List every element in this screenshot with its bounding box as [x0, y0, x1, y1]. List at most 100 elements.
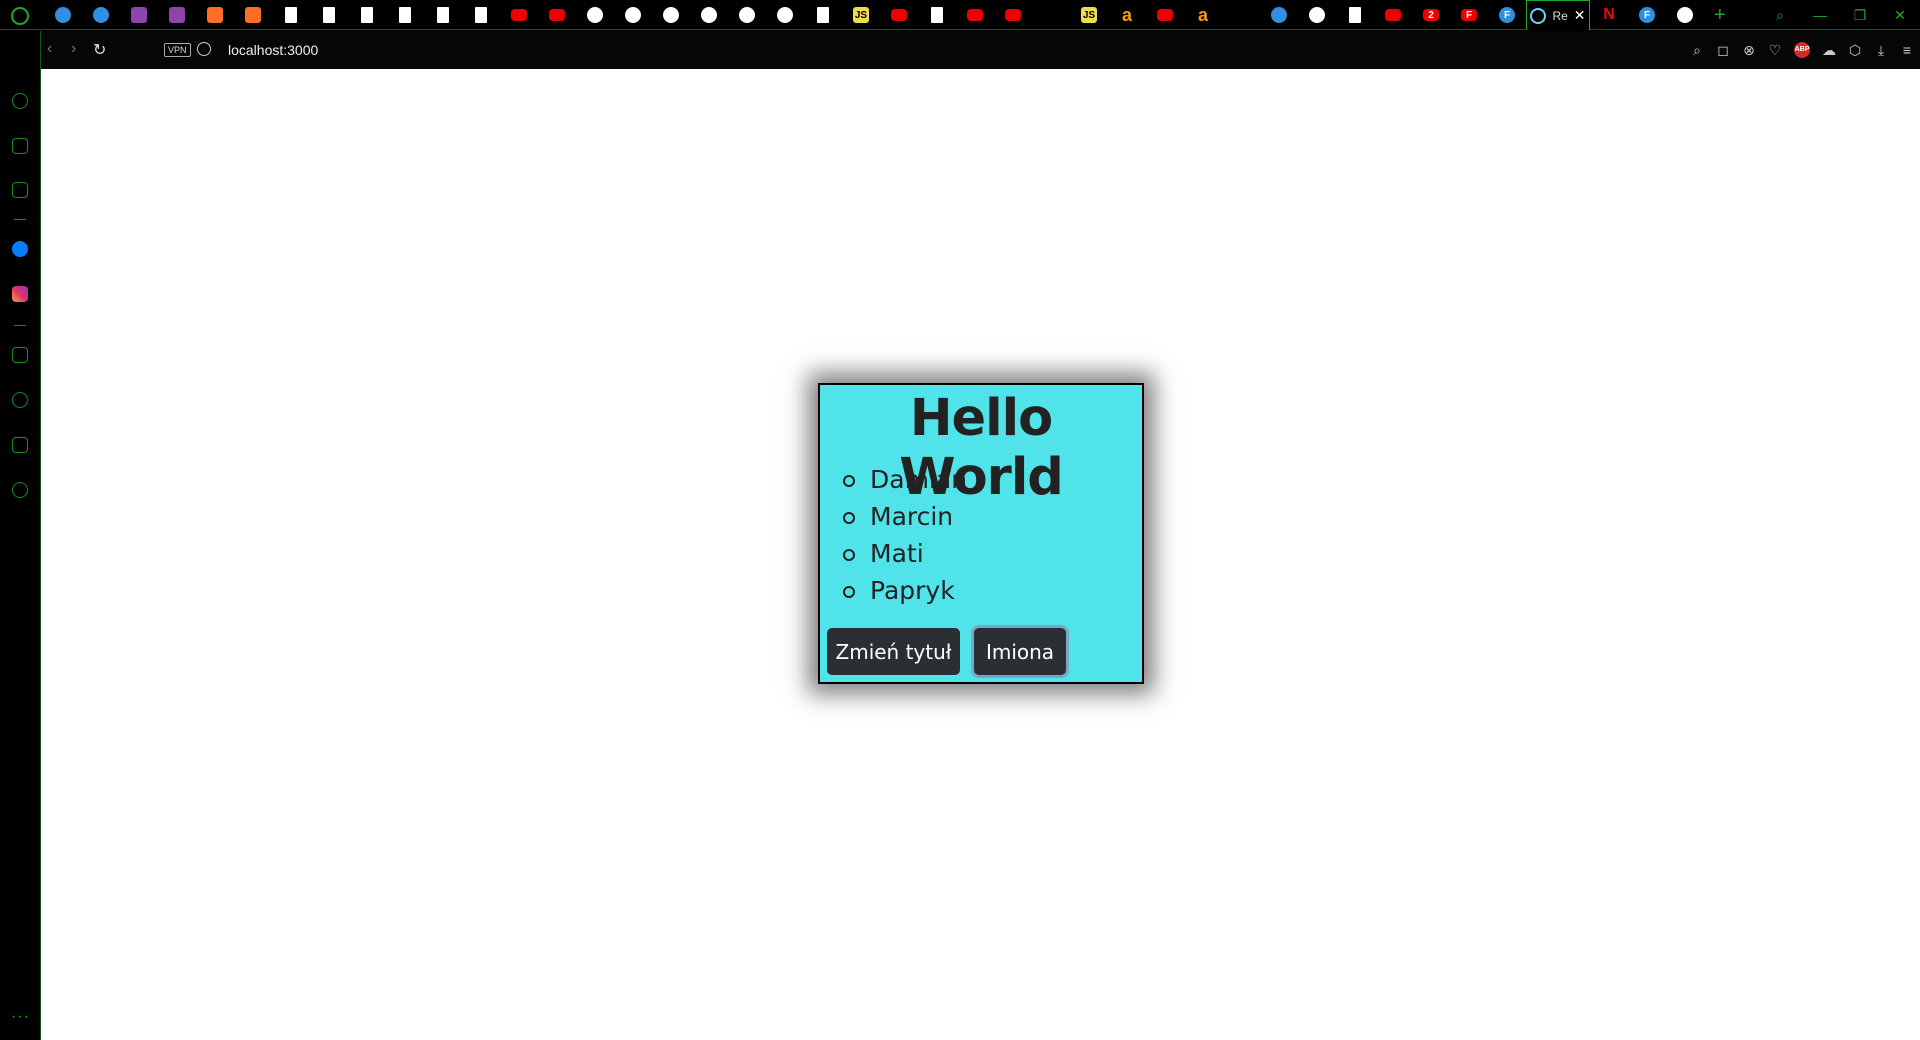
tab-36[interactable]: 2: [1412, 0, 1450, 30]
tab-17[interactable]: [690, 0, 728, 30]
maximize-button[interactable]: ❐: [1840, 7, 1880, 24]
adblock-icon[interactable]: ABP: [1794, 42, 1810, 58]
settings-icon[interactable]: [12, 482, 28, 498]
tab-26[interactable]: [1032, 0, 1070, 30]
reload-button[interactable]: ↻: [93, 40, 106, 60]
extensions-icon[interactable]: [12, 437, 28, 453]
history-icon[interactable]: [12, 392, 28, 408]
close-tab-icon[interactable]: ✕: [1574, 7, 1586, 24]
speed-dial-icon[interactable]: [12, 93, 28, 109]
twitch-icon[interactable]: [12, 182, 28, 198]
tab-list: JS JS a a 2 F F Re ✕ N F S +: [44, 0, 1726, 30]
browser-window: JS JS a a 2 F F Re ✕ N F S + ⌕ — ❐ ✕ ‹ › ↻ VPN local…: [0, 0, 1920, 1040]
tab-35[interactable]: [1374, 0, 1412, 30]
url-input[interactable]: localhost:3000: [228, 42, 318, 58]
tab-6[interactable]: [272, 0, 310, 30]
tab-24[interactable]: [956, 0, 994, 30]
download-icon[interactable]: ⤓: [1874, 42, 1888, 59]
tab-10[interactable]: [424, 0, 462, 30]
active-tab-title: Re: [1552, 8, 1568, 23]
tab-0[interactable]: [44, 0, 82, 30]
tab-18[interactable]: [728, 0, 766, 30]
tab-31[interactable]: [1222, 0, 1260, 30]
block-icon[interactable]: ⊗: [1742, 42, 1756, 59]
document-icon: [323, 7, 335, 23]
tab-30[interactable]: a: [1184, 0, 1222, 30]
medium-icon: [1309, 7, 1325, 23]
tab-2[interactable]: [120, 0, 158, 30]
workspaces-icon[interactable]: [12, 347, 28, 363]
tab-27[interactable]: JS: [1070, 0, 1108, 30]
menu-icon[interactable]: ≡: [1900, 42, 1914, 58]
vpn-badge[interactable]: VPN: [164, 43, 191, 57]
document-icon: [931, 7, 943, 23]
new-tab-button[interactable]: +: [1714, 4, 1726, 27]
cube-icon[interactable]: ⬡: [1848, 42, 1862, 59]
search-tabs-icon[interactable]: ⌕: [1760, 7, 1800, 24]
tab-9[interactable]: [386, 0, 424, 30]
tab-28[interactable]: a: [1108, 0, 1146, 30]
back-button[interactable]: ‹: [47, 40, 52, 58]
tab-22[interactable]: [880, 0, 918, 30]
tab-19[interactable]: [766, 0, 804, 30]
tab-11[interactable]: [462, 0, 500, 30]
names-button[interactable]: Imiona: [974, 628, 1066, 675]
list-item: Damian: [842, 461, 967, 498]
tab-trailing-0[interactable]: N: [1590, 0, 1628, 30]
js-icon: JS: [1081, 7, 1097, 23]
tab-37[interactable]: F: [1450, 0, 1488, 30]
forward-button[interactable]: ›: [71, 40, 76, 58]
tab-active[interactable]: Re ✕: [1526, 0, 1590, 30]
bookmark-icon: [1043, 7, 1059, 23]
amazon-icon: a: [1197, 4, 1208, 25]
tab-23[interactable]: [918, 0, 956, 30]
tab-8[interactable]: [348, 0, 386, 30]
messenger-icon[interactable]: [12, 241, 28, 257]
tab-5[interactable]: [234, 0, 272, 30]
camera-icon[interactable]: ◻: [1716, 42, 1730, 59]
opera-logo-icon[interactable]: [11, 7, 29, 25]
more-icon[interactable]: ···: [11, 1008, 30, 1026]
youtube-icon: [891, 9, 907, 21]
bag-icon[interactable]: [12, 138, 28, 154]
tab-25[interactable]: [994, 0, 1032, 30]
youtube-icon: [1157, 9, 1173, 21]
change-title-button[interactable]: Zmień tytuł: [827, 628, 960, 675]
tab-21[interactable]: JS: [842, 0, 880, 30]
cloud-extension-icon[interactable]: ☁: [1822, 42, 1836, 59]
tab-20[interactable]: [804, 0, 842, 30]
github-icon: [701, 7, 717, 23]
zoom-icon[interactable]: ⌕: [1690, 42, 1704, 59]
page-viewport: Hello World Damian Marcin Mati Papryk Zmień…: [41, 69, 1920, 1040]
tab-4[interactable]: [196, 0, 234, 30]
close-window-button[interactable]: ✕: [1880, 7, 1920, 24]
github-icon: [663, 7, 679, 23]
globe-icon[interactable]: [197, 42, 211, 56]
tab-16[interactable]: [652, 0, 690, 30]
netflix-icon: N: [1603, 6, 1615, 23]
tab-3[interactable]: [158, 0, 196, 30]
tab-7[interactable]: [310, 0, 348, 30]
hello-card: Hello World Damian Marcin Mati Papryk Zmień…: [818, 383, 1144, 684]
tab-trailing-2[interactable]: S: [1666, 0, 1704, 30]
tab-14[interactable]: [576, 0, 614, 30]
tab-trailing-1[interactable]: F: [1628, 0, 1666, 30]
slack-icon: [169, 7, 185, 23]
instagram-icon[interactable]: [12, 286, 28, 302]
heart-icon[interactable]: ♡: [1768, 42, 1782, 59]
tab-1[interactable]: [82, 0, 120, 30]
gitlab-icon: [207, 7, 223, 23]
tab-34[interactable]: [1336, 0, 1374, 30]
github-icon: [587, 7, 603, 23]
react-icon: [1530, 7, 1547, 24]
tab-38[interactable]: F: [1488, 0, 1526, 30]
tab-32[interactable]: [1260, 0, 1298, 30]
tab-15[interactable]: [614, 0, 652, 30]
list-item: Papryk: [842, 572, 967, 609]
tab-13[interactable]: [538, 0, 576, 30]
sidebar-separator: [14, 325, 26, 326]
minimize-button[interactable]: —: [1800, 7, 1840, 23]
tab-12[interactable]: [500, 0, 538, 30]
tab-33[interactable]: [1298, 0, 1336, 30]
tab-29[interactable]: [1146, 0, 1184, 30]
